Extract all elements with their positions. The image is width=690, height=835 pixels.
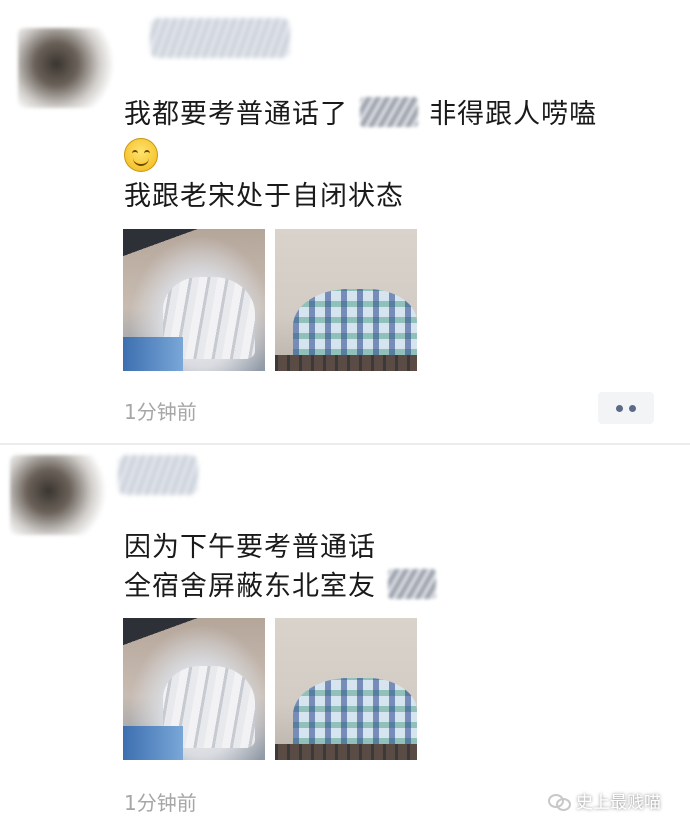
post-text-line: 因为下午要考普通话	[124, 532, 376, 563]
post-photo[interactable]	[275, 618, 417, 760]
username-redacted[interactable]	[150, 18, 290, 58]
post-text-line: 我跟老宋处于自闭状态	[124, 181, 404, 212]
avatar[interactable]	[10, 455, 106, 535]
post-timestamp: 1分钟前	[124, 400, 197, 424]
username-redacted[interactable]	[118, 455, 198, 495]
post-text-segment: 全宿舍屏蔽东北室友	[124, 571, 376, 602]
more-dots-icon	[629, 404, 636, 412]
post-photo[interactable]	[123, 618, 265, 760]
smiling-face-emoji-icon	[124, 138, 158, 172]
more-dots-icon	[616, 404, 623, 412]
watermark-text: 史上最贱喵	[576, 793, 661, 813]
post-photo[interactable]	[123, 229, 265, 371]
post-text-line: 我都要考普通话了 非得跟人唠嗑	[124, 92, 597, 131]
post-text-line: 全宿舍屏蔽东北室友	[124, 564, 438, 603]
wechat-icon	[548, 792, 571, 811]
avatar[interactable]	[18, 28, 114, 108]
redacted-name	[359, 96, 418, 127]
redacted-name	[387, 568, 436, 599]
post-text-segment: 非得跟人唠嗑	[429, 99, 598, 130]
post-photo[interactable]	[275, 229, 417, 371]
more-button[interactable]	[598, 392, 654, 424]
moment-post: 我都要考普通话了 非得跟人唠嗑 我跟老宋处于自闭状态 1分钟前	[0, 0, 690, 443]
post-timestamp: 1分钟前	[124, 791, 197, 815]
post-text-segment: 我都要考普通话了	[124, 99, 348, 130]
moments-feed: 我都要考普通话了 非得跟人唠嗑 我跟老宋处于自闭状态 1分钟前 因为下午要考普通…	[0, 0, 690, 835]
moment-post: 因为下午要考普通话 全宿舍屏蔽东北室友 1分钟前	[0, 445, 690, 835]
watermark: 史上最贱喵	[548, 788, 661, 813]
